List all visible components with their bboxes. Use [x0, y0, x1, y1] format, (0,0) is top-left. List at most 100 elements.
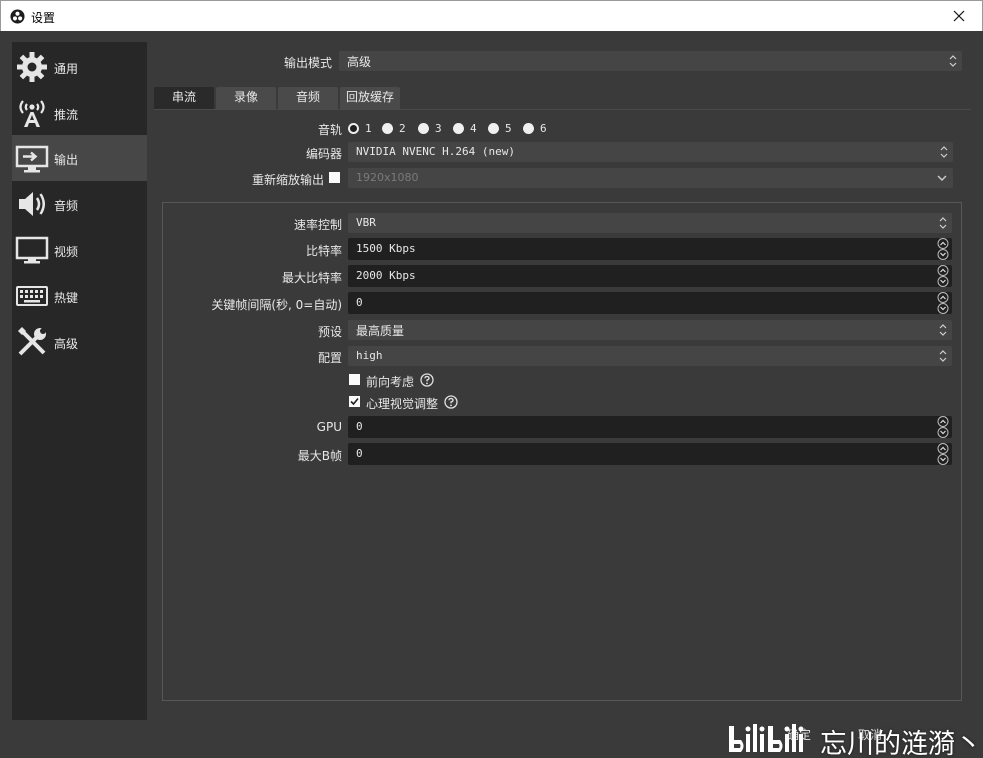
audio-track-radio-3[interactable]: 3	[418, 121, 442, 135]
updown-arrow-icon	[940, 146, 948, 158]
sidebar-item-audio[interactable]: 音频	[12, 181, 147, 227]
rescale-resolution-select: 1920x1080	[348, 168, 953, 188]
checkmark-icon	[350, 397, 359, 406]
profile-value: high	[356, 349, 383, 362]
title-bar: 设置	[0, 0, 983, 31]
sidebar-item-general[interactable]: 通用	[12, 44, 147, 90]
audio-track-label: 音轨	[317, 123, 342, 137]
radio-label: 4	[470, 121, 477, 135]
sidebar-item-label: 热键	[54, 291, 79, 305]
output-mode-value: 高级	[347, 55, 372, 69]
output-icon	[15, 145, 49, 173]
sidebar-item-label: 通用	[54, 62, 79, 76]
broadcast-icon	[19, 100, 45, 127]
rescale-label: 重新缩放输出	[251, 173, 324, 187]
audio-track-radio-5[interactable]: 5	[488, 121, 512, 135]
radio-label: 3	[435, 121, 442, 135]
sidebar-item-output[interactable]: 输出	[12, 135, 147, 181]
keyframe-interval-spinbox[interactable]: 0	[348, 292, 952, 314]
updown-arrow-icon	[939, 350, 947, 362]
updown-arrow-icon	[939, 324, 947, 336]
rescale-resolution-value: 1920x1080	[356, 171, 419, 184]
gpu-spinbox[interactable]: 0	[348, 416, 952, 438]
bitrate-label: 比特率	[305, 244, 342, 258]
sidebar-item-stream[interactable]: 推流	[12, 90, 147, 136]
profile-select[interactable]: high	[348, 346, 952, 366]
max-bitrate-value: 2000 Kbps	[356, 269, 416, 282]
psycho-visual-label: 心理视觉调整	[366, 397, 439, 411]
encoder-label: 编码器	[305, 147, 342, 161]
max-bitrate-label: 最大比特率	[281, 271, 342, 285]
preset-value: 最高质量	[356, 324, 405, 338]
tab-audio[interactable]: 音频	[278, 87, 338, 109]
audio-track-radio-6[interactable]: 6	[523, 121, 547, 135]
obs-logo-icon	[10, 9, 25, 24]
tab-recording[interactable]: 录像	[216, 87, 276, 109]
gear-icon	[17, 52, 47, 82]
encoder-value: NVIDIA NVENC H.264 (new)	[356, 145, 515, 158]
monitor-icon	[15, 236, 49, 264]
tools-icon	[18, 327, 46, 356]
keyframe-interval-label: 关键帧间隔(秒, 0=自动)	[211, 298, 342, 312]
lookahead-label: 前向考虑	[366, 375, 415, 389]
psycho-visual-checkbox[interactable]	[349, 396, 360, 407]
max-b-frames-spinbox[interactable]: 0	[348, 443, 952, 465]
help-icon[interactable]	[420, 373, 434, 387]
output-mode-label: 输出模式	[283, 56, 332, 70]
lookahead-checkbox[interactable]	[349, 374, 360, 385]
encoder-select[interactable]: NVIDIA NVENC H.264 (new)	[348, 142, 953, 162]
audio-track-radio-2[interactable]: 2	[382, 121, 406, 135]
rate-control-value: VBR	[356, 216, 376, 229]
bitrate-value: 1500 Kbps	[356, 242, 416, 255]
help-icon[interactable]	[444, 395, 458, 409]
speaker-icon	[19, 192, 45, 216]
radio-label: 5	[505, 121, 512, 135]
chevron-down-icon	[937, 175, 947, 181]
audio-track-radio-4[interactable]: 4	[453, 121, 477, 135]
spin-arrows-icon[interactable]	[936, 443, 950, 465]
output-mode-select[interactable]: 高级	[339, 51, 962, 71]
tab-stream[interactable]: 串流	[154, 87, 214, 109]
sidebar-item-advanced[interactable]: 高级	[12, 319, 147, 365]
radio-label: 6	[540, 121, 547, 135]
gpu-value: 0	[356, 420, 363, 433]
updown-arrow-icon	[949, 55, 957, 67]
spin-arrows-icon[interactable]	[936, 265, 950, 287]
sidebar-item-video[interactable]: 视频	[12, 227, 147, 273]
settings-sidebar: 通用 推流 输出 音频 视频 热键 高级	[12, 42, 147, 720]
spin-arrows-icon[interactable]	[936, 416, 950, 438]
sidebar-item-label: 输出	[54, 153, 79, 167]
profile-label: 配置	[317, 351, 342, 365]
window-title: 设置	[31, 11, 56, 25]
preset-select[interactable]: 最高质量	[348, 320, 952, 340]
sidebar-item-label: 高级	[54, 337, 79, 351]
spin-arrows-icon[interactable]	[936, 292, 950, 314]
keyframe-interval-value: 0	[356, 296, 363, 309]
rescale-checkbox[interactable]	[329, 172, 340, 183]
rate-control-label: 速率控制	[293, 218, 342, 232]
preset-label: 预设	[317, 325, 342, 339]
watermark-text: 忘川的涟漪丶	[820, 729, 982, 758]
max-b-frames-value: 0	[356, 447, 363, 460]
video-watermark: 忘川的涟漪丶	[724, 716, 983, 758]
sidebar-item-label: 推流	[54, 108, 79, 122]
max-bitrate-spinbox[interactable]: 2000 Kbps	[348, 265, 952, 287]
updown-arrow-icon	[939, 217, 947, 229]
radio-label: 2	[399, 121, 406, 135]
bilibili-logo	[729, 724, 804, 752]
keyboard-icon	[16, 286, 48, 306]
close-icon	[953, 10, 965, 22]
spin-arrows-icon[interactable]	[936, 238, 950, 260]
gpu-label: GPU	[316, 420, 342, 434]
sidebar-item-label: 音频	[54, 199, 79, 213]
tab-divider	[154, 109, 971, 110]
tab-replay-buffer[interactable]: 回放缓存	[340, 87, 400, 109]
max-b-frames-label: 最大B帧	[297, 449, 342, 463]
audio-track-radio-1[interactable]: 1	[348, 121, 372, 135]
rate-control-select[interactable]: VBR	[348, 213, 952, 233]
close-button[interactable]	[936, 1, 982, 31]
bitrate-spinbox[interactable]: 1500 Kbps	[348, 238, 952, 260]
sidebar-item-hotkeys[interactable]: 热键	[12, 273, 147, 319]
sidebar-item-label: 视频	[54, 245, 79, 259]
radio-label: 1	[365, 121, 372, 135]
